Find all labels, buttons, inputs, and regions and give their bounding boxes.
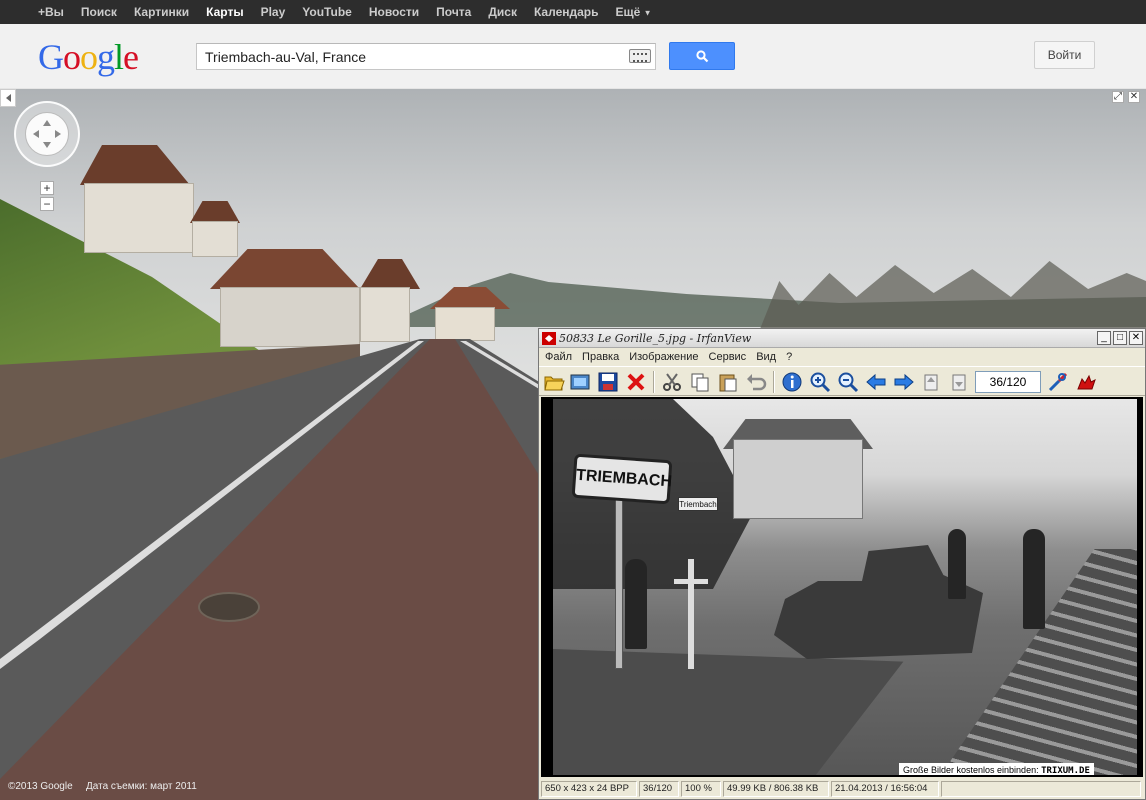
close-button[interactable]: ✕ <box>1129 331 1143 345</box>
photo-grave-cross <box>674 559 708 669</box>
menu-help[interactable]: ? <box>786 348 792 366</box>
gbar-item-mail[interactable]: Почта <box>436 5 471 19</box>
photo-house <box>733 439 863 519</box>
search-icon <box>696 50 709 63</box>
first-page-icon[interactable] <box>921 371 943 393</box>
irfanview-cat-icon[interactable] <box>1075 371 1097 393</box>
next-icon[interactable] <box>893 371 915 393</box>
toolbar-separator <box>773 371 775 393</box>
minimize-button[interactable]: _ <box>1097 331 1111 345</box>
photo-soldier <box>625 559 647 649</box>
gbar-item-images[interactable]: Картинки <box>134 5 189 19</box>
pan-control[interactable] <box>14 101 80 167</box>
manhole <box>198 592 260 622</box>
photo-sign-post <box>615 499 623 669</box>
photo-town-sign: TRIEMBACH <box>571 453 673 505</box>
google-logo[interactable]: Google <box>38 36 139 78</box>
delete-icon[interactable] <box>625 371 647 393</box>
toolbar-separator <box>653 371 655 393</box>
cut-icon[interactable] <box>661 371 683 393</box>
menu-image[interactable]: Изображение <box>629 348 698 366</box>
status-zoom: 100 % <box>681 781 721 797</box>
google-top-bar: +Вы Поиск Картинки Карты Play YouTube Но… <box>0 0 1146 24</box>
login-button[interactable]: Войти <box>1034 41 1095 69</box>
photo-small-sign: Triembach <box>678 497 718 511</box>
status-empty <box>941 781 1141 797</box>
copyright-text: ©2013 Google <box>8 781 73 792</box>
zoom-in-icon[interactable] <box>809 371 831 393</box>
menu-view[interactable]: Вид <box>756 348 776 366</box>
previous-icon[interactable] <box>865 371 887 393</box>
gbar-item-more[interactable]: Ещё ▼ <box>615 5 651 19</box>
save-icon[interactable] <box>597 371 619 393</box>
watermark-brand: TRIXUM.DE <box>1041 766 1090 775</box>
menu-file[interactable]: Файл <box>545 348 572 366</box>
historical-photo: TRIEMBACH Triembach Große Bilder kostenl… <box>553 399 1137 775</box>
toolbar: 36/120 <box>539 366 1145 396</box>
settings-tools-icon[interactable] <box>1047 371 1069 393</box>
gbar-item-search[interactable]: Поиск <box>81 5 117 19</box>
search-box <box>196 43 656 70</box>
keyboard-icon[interactable] <box>629 49 651 63</box>
slideshow-icon[interactable] <box>569 371 591 393</box>
zoom-in-button[interactable]: + <box>40 181 54 195</box>
gbar-item-youtube[interactable]: YouTube <box>302 5 352 19</box>
village-houses <box>60 139 520 349</box>
paste-icon[interactable] <box>717 371 739 393</box>
window-titlebar[interactable]: 50833 Le Gorille_5.jpg - IrfanView _ □ ✕ <box>539 329 1145 348</box>
status-bar: 650 x 423 x 24 BPP 36/120 100 % 49.99 KB… <box>539 779 1145 799</box>
close-icon[interactable]: ✕ <box>1128 91 1140 103</box>
capture-date: Дата съемки: март 2011 <box>86 781 197 792</box>
status-dimensions: 650 x 423 x 24 BPP <box>541 781 637 797</box>
expand-icon[interactable]: ⤢ <box>1112 91 1124 103</box>
status-index: 36/120 <box>639 781 679 797</box>
gbar-more-label: Ещё <box>615 5 641 19</box>
status-filesize: 49.99 KB / 806.38 KB <box>723 781 829 797</box>
gbar-item-news[interactable]: Новости <box>369 5 419 19</box>
status-datetime: 21.04.2013 / 16:56:04 <box>831 781 939 797</box>
chevron-down-icon: ▼ <box>643 8 652 18</box>
watermark-text: Große Bilder kostenlos einbinden: <box>903 765 1039 775</box>
last-page-icon[interactable] <box>949 371 971 393</box>
photo-soldier <box>1023 529 1045 629</box>
copy-icon[interactable] <box>689 371 711 393</box>
gbar-item-calendar[interactable]: Календарь <box>534 5 599 19</box>
window-title: 50833 Le Gorille_5.jpg - IrfanView <box>559 332 752 345</box>
street-view-window-controls: ⤢ ✕ <box>1112 91 1140 103</box>
irfanview-app-icon <box>542 332 556 345</box>
photo-soldier <box>948 529 966 599</box>
info-icon[interactable] <box>781 371 803 393</box>
maximize-button[interactable]: □ <box>1113 331 1127 345</box>
image-canvas[interactable]: TRIEMBACH Triembach Große Bilder kostenl… <box>541 397 1143 777</box>
gbar-item-drive[interactable]: Диск <box>488 5 517 19</box>
gbar-item-plus[interactable]: +Вы <box>38 5 64 19</box>
zoom-out-icon[interactable] <box>837 371 859 393</box>
menu-edit[interactable]: Правка <box>582 348 619 366</box>
undo-icon[interactable] <box>745 371 767 393</box>
gbar-item-play[interactable]: Play <box>261 5 286 19</box>
open-folder-icon[interactable] <box>543 371 565 393</box>
zoom-out-button[interactable]: − <box>40 197 54 211</box>
maps-header: Google Войти <box>0 24 1146 89</box>
menu-tools[interactable]: Сервис <box>709 348 747 366</box>
compass-icon[interactable] <box>25 112 69 156</box>
search-button[interactable] <box>669 42 735 70</box>
irfanview-window: 50833 Le Gorille_5.jpg - IrfanView _ □ ✕… <box>538 328 1146 800</box>
gbar-item-maps[interactable]: Карты <box>206 5 243 19</box>
menu-bar: Файл Правка Изображение Сервис Вид ? <box>539 348 1145 366</box>
collapse-panel-button[interactable] <box>0 89 16 107</box>
page-counter-field[interactable]: 36/120 <box>975 371 1041 393</box>
search-input[interactable] <box>197 44 625 69</box>
watermark: Große Bilder kostenlos einbinden: TRIXUM… <box>899 763 1094 775</box>
